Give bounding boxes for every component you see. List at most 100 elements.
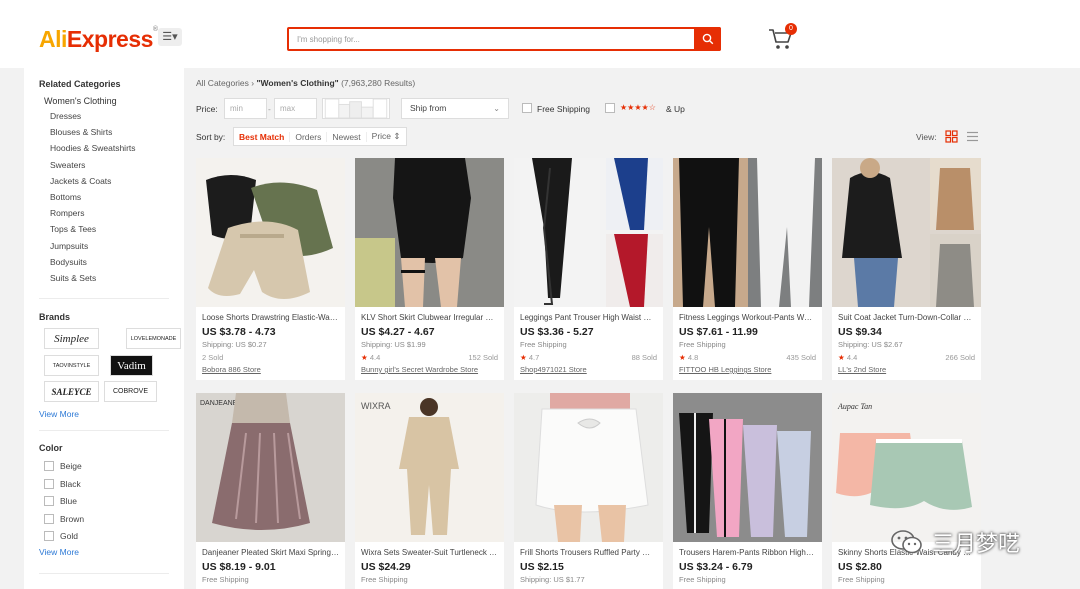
divider (39, 298, 169, 299)
product-shipping: Shipping: US $1.99 (361, 340, 426, 349)
search-button[interactable] (694, 27, 721, 51)
checkbox[interactable] (44, 496, 54, 506)
product-card[interactable]: KLV Short Skirt Clubwear Irregular Women… (355, 158, 504, 380)
category-item[interactable]: Jumpsuits (50, 241, 136, 257)
color-filter-beige[interactable]: Beige (44, 460, 82, 472)
store-link[interactable]: LL's 2nd Store (838, 365, 975, 374)
checkbox[interactable] (44, 461, 54, 471)
list-view-icon[interactable] (966, 130, 979, 143)
product-title[interactable]: Wixra Sets Sweater-Suit Turtleneck Women (361, 548, 498, 557)
category-item[interactable]: Sweaters (50, 160, 136, 176)
store-link[interactable]: Bunny girl's Secret Wardrobe Store (361, 365, 498, 374)
product-shipping: Free Shipping (679, 575, 726, 584)
product-title[interactable]: Danjeaner Pleated Skirt Maxi Spring Wome… (202, 548, 339, 557)
product-image[interactable]: DANJEANER (196, 393, 345, 542)
chevron-down-icon: ⌄ (493, 104, 500, 113)
product-title[interactable]: Leggings Pant Trouser High Waist Women (520, 313, 657, 322)
aliexpress-logo[interactable]: AliExpress® (39, 26, 158, 53)
watermark: 三月梦呓 (890, 526, 1020, 558)
store-link[interactable]: Bobora 886 Store (202, 365, 339, 374)
product-price: US $4.27 - 4.67 (361, 326, 435, 338)
product-title[interactable]: Frill Shorts Trousers Ruffled Party Wome… (520, 548, 657, 557)
product-title[interactable]: Fitness Leggings Workout-Pants Women (679, 313, 816, 322)
product-image[interactable] (514, 158, 663, 307)
checkbox[interactable] (44, 479, 54, 489)
category-item[interactable]: Jackets & Coats (50, 176, 136, 192)
product-title[interactable]: Loose Shorts Drawstring Elastic-Waist Wi… (202, 313, 339, 322)
category-item[interactable]: Tops & Tees (50, 224, 136, 240)
product-price: US $2.15 (520, 561, 564, 573)
search-input[interactable] (297, 32, 692, 46)
product-card[interactable]: Fitness Leggings Workout-Pants Women US … (673, 158, 822, 380)
product-shipping: Free Shipping (679, 340, 726, 349)
product-card[interactable]: Aupac Tan Skinny Shorts Elastic-Waist Ca… (832, 393, 981, 589)
product-card[interactable]: Frill Shorts Trousers Ruffled Party Wome… (514, 393, 663, 589)
product-title[interactable]: Trousers Harem-Pants Ribbon High Waist (679, 548, 816, 557)
sort-price[interactable]: Price ⇕ (367, 131, 406, 142)
brand-vadim[interactable]: Vadim (110, 355, 153, 376)
product-title[interactable]: Suit Coat Jacket Turn-Down-Collar Women (838, 313, 975, 322)
price-range-histogram[interactable] (322, 98, 390, 119)
rating-up-label: & Up (666, 104, 685, 114)
product-image[interactable] (355, 158, 504, 307)
product-image[interactable] (832, 158, 981, 307)
checkbox[interactable] (44, 531, 54, 541)
grid-view-icon[interactable] (945, 130, 958, 143)
product-image[interactable] (514, 393, 663, 542)
product-shipping: Shipping: US $2.67 (838, 340, 903, 349)
ship-from-dropdown[interactable]: Ship from ⌄ (401, 98, 509, 119)
category-womens-clothing[interactable]: Women's Clothing (44, 96, 117, 106)
color-filter-gold[interactable]: Gold (44, 530, 78, 542)
product-card[interactable]: Suit Coat Jacket Turn-Down-Collar Women … (832, 158, 981, 380)
category-item[interactable]: Rompers (50, 208, 136, 224)
rating-checkbox[interactable] (605, 103, 615, 113)
color-filter-black[interactable]: Black (44, 478, 81, 490)
product-title[interactable]: KLV Short Skirt Clubwear Irregular Women (361, 313, 498, 322)
category-item[interactable]: Dresses (50, 111, 136, 127)
header: AliExpress® ☰▾ 0 (0, 0, 1080, 68)
sort-newest[interactable]: Newest (327, 131, 367, 142)
product-card[interactable]: Loose Shorts Drawstring Elastic-Waist Wi… (196, 158, 345, 380)
product-image[interactable] (196, 158, 345, 307)
color-filter-brown[interactable]: Brown (44, 513, 84, 525)
category-item[interactable]: Bodysuits (50, 257, 136, 273)
color-filter-blue[interactable]: Blue (44, 495, 77, 507)
sort-best-match[interactable]: Best Match (234, 131, 291, 142)
product-rating: ★ 4.8 (679, 353, 699, 362)
brand-saleyce[interactable]: SALEYCE (44, 381, 99, 402)
category-item[interactable]: Blouses & Shirts (50, 127, 136, 143)
brand-lovelemonade[interactable]: LOVELEMONADE (126, 328, 181, 349)
brand-taovinstyle[interactable]: TAOVINSTYLE (44, 355, 99, 376)
product-shipping: Shipping: US $1.77 (520, 575, 585, 584)
product-card[interactable]: Trousers Harem-Pants Ribbon High Waist U… (673, 393, 822, 589)
category-item[interactable]: Hoodies & Sweatshirts (50, 143, 136, 159)
brands-view-more-link[interactable]: View More (39, 409, 79, 419)
store-link[interactable]: FITTOO HB Leggings Store (679, 365, 816, 374)
divider (39, 573, 169, 574)
colors-view-more-link[interactable]: View More (39, 547, 79, 557)
menu-list-icon[interactable]: ☰▾ (158, 28, 182, 46)
price-min-input[interactable]: min (224, 98, 267, 119)
product-image[interactable]: Aupac Tan (832, 393, 981, 542)
brand-simplee[interactable]: Simplee (44, 328, 99, 349)
star-icon: ★ (361, 353, 368, 362)
free-shipping-checkbox[interactable] (522, 103, 532, 113)
product-card[interactable]: Leggings Pant Trouser High Waist Women U… (514, 158, 663, 380)
category-item[interactable]: Suits & Sets (50, 273, 136, 289)
checkbox[interactable] (44, 514, 54, 524)
brand-cobrove[interactable]: COBROVE (104, 381, 157, 402)
breadcrumb-all-categories[interactable]: All Categories (196, 78, 249, 88)
image-brand-text: WIXRA (361, 401, 391, 411)
category-item[interactable]: Bottoms (50, 192, 136, 208)
product-shipping: Free Shipping (520, 340, 567, 349)
product-image[interactable]: WIXRA (355, 393, 504, 542)
price-max-input[interactable]: max (274, 98, 317, 119)
product-image[interactable] (673, 158, 822, 307)
sort-orders[interactable]: Orders (290, 131, 328, 142)
product-card[interactable]: WIXRA Wixra Sets Sweater-Suit Turtleneck… (355, 393, 504, 589)
product-shipping: Shipping: US $0.27 (202, 340, 267, 349)
product-image[interactable] (673, 393, 822, 542)
store-link[interactable]: Shop4971021 Store (520, 365, 657, 374)
product-price: US $2.80 (838, 561, 882, 573)
product-card[interactable]: DANJEANER Danjeaner Pleated Skirt Maxi S… (196, 393, 345, 589)
